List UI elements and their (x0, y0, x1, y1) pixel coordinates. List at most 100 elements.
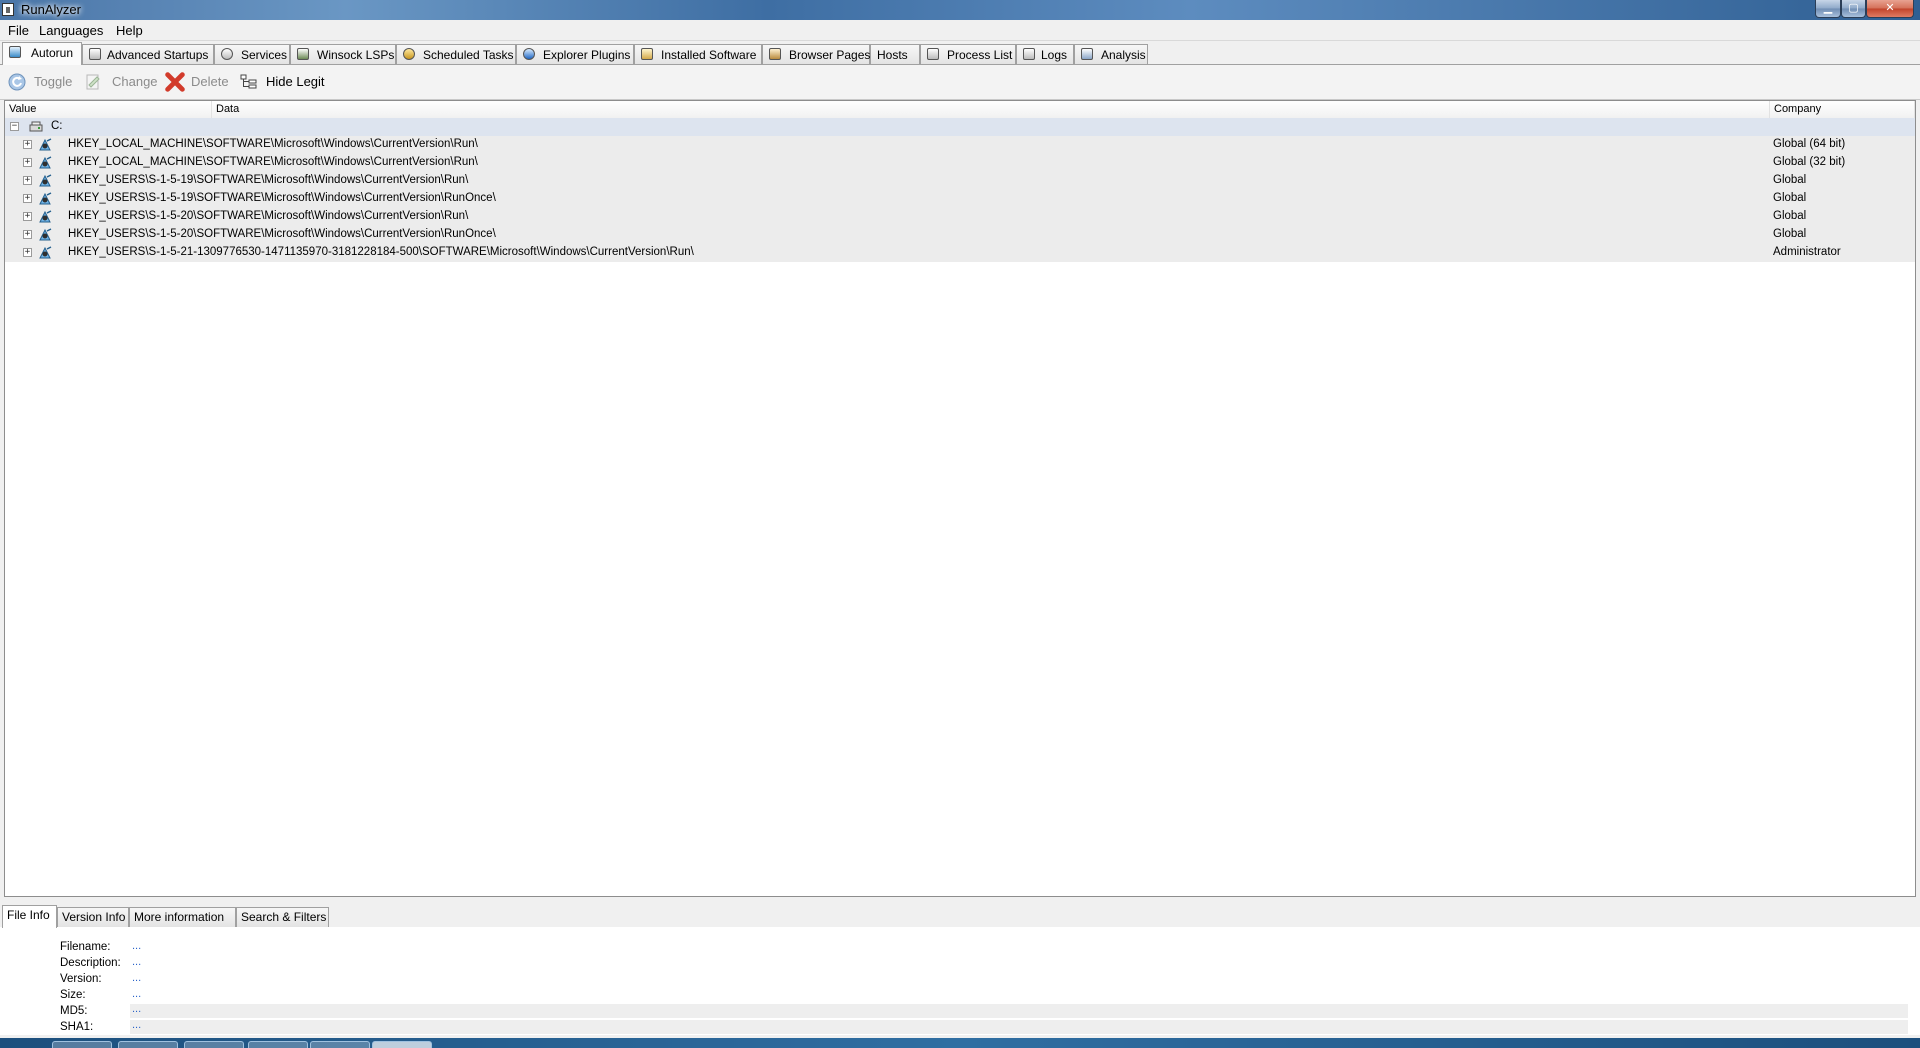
tab-explorer-plugins[interactable]: Explorer Plugins (516, 44, 634, 64)
filename-label: Filename: (60, 941, 111, 953)
registry-run-icon (38, 138, 52, 152)
registry-key-row[interactable]: + HKEY_LOCAL_MACHINE\SOFTWARE\Microsoft\W… (5, 136, 1915, 154)
registry-key-company: Global (1773, 228, 1807, 240)
expand-toggle[interactable]: + (23, 176, 32, 185)
tree-root-label: C: (51, 120, 63, 132)
md5-label: MD5: (60, 1005, 88, 1017)
advanced-startups-icon (89, 48, 101, 60)
registry-key-path: HKEY_USERS\S-1-5-20\SOFTWARE\Microsoft\W… (68, 210, 469, 222)
tab-process-list[interactable]: Process List (920, 44, 1016, 64)
registry-run-icon (38, 246, 52, 260)
menu-help[interactable]: Help (116, 23, 143, 38)
taskbar-item[interactable] (310, 1041, 370, 1048)
process-list-icon (927, 48, 939, 60)
toolbar: Toggle Change Delete Hide Legit (0, 65, 1920, 100)
taskbar-item-active[interactable] (372, 1041, 432, 1048)
tab-browser-pages[interactable]: Browser Pages (762, 44, 870, 64)
change-label: Change (112, 74, 158, 89)
internet-explorer-icon (523, 48, 535, 60)
change-button[interactable]: Change (84, 71, 158, 93)
size-value: ... (132, 988, 142, 1000)
tab-version-info[interactable]: Version Info (57, 907, 129, 927)
tab-installed-software[interactable]: Installed Software (634, 44, 762, 64)
tab-more-information[interactable]: More information (129, 907, 236, 927)
tree-filter-icon (240, 74, 257, 89)
software-box-icon (641, 48, 653, 60)
tab-scheduled-tasks[interactable]: Scheduled Tasks (396, 44, 516, 64)
tab-winsock-lsps[interactable]: Winsock LSPs (290, 44, 396, 64)
network-icon (297, 48, 309, 60)
window-title: RunAlyzer (21, 2, 81, 17)
collapse-toggle[interactable]: − (10, 122, 19, 131)
clock-icon (403, 48, 415, 60)
tab-file-info[interactable]: File Info (2, 905, 57, 928)
taskbar-item[interactable] (52, 1041, 112, 1048)
column-header-data[interactable]: Data (212, 101, 1770, 118)
tab-services[interactable]: Services (214, 44, 290, 64)
maximize-icon: ▢ (1848, 2, 1859, 14)
menu-file[interactable]: File (8, 23, 29, 38)
expand-toggle[interactable]: + (23, 194, 32, 203)
details-tab-strip: File Info Version Info More information … (0, 905, 1920, 928)
filename-value: ... (132, 940, 142, 952)
autorun-tree-list[interactable]: Value Data Company − C: + HKEY_LOCAL_MACH… (4, 100, 1916, 897)
tab-analysis[interactable]: Analysis (1074, 44, 1148, 64)
registry-key-row[interactable]: + HKEY_USERS\S-1-5-19\SOFTWARE\Microsoft\… (5, 172, 1915, 190)
tab-label: Installed Software (661, 48, 757, 62)
tab-label: Browser Pages (789, 48, 871, 62)
registry-key-row[interactable]: + HKEY_LOCAL_MACHINE\SOFTWARE\Microsoft\W… (5, 154, 1915, 172)
hide-legit-label: Hide Legit (266, 74, 325, 89)
sha1-label: SHA1: (60, 1021, 94, 1033)
expand-toggle[interactable]: + (23, 158, 32, 167)
registry-key-path: HKEY_USERS\S-1-5-20\SOFTWARE\Microsoft\W… (68, 228, 496, 240)
main-tab-strip: Autorun Advanced Startups Services Winso… (0, 42, 1920, 65)
toggle-label: Toggle (34, 74, 73, 89)
tab-label: Logs (1041, 48, 1068, 62)
tab-hosts[interactable]: Hosts (870, 44, 920, 64)
registry-run-icon (38, 192, 52, 206)
toggle-button[interactable]: Toggle (8, 71, 78, 93)
menu-languages[interactable]: Languages (39, 23, 103, 38)
expand-toggle[interactable]: + (23, 248, 32, 257)
expand-toggle[interactable]: + (23, 212, 32, 221)
tab-label: Scheduled Tasks (423, 48, 514, 62)
expand-toggle[interactable]: + (23, 230, 32, 239)
delete-button[interactable]: Delete (164, 71, 229, 93)
tab-label: Advanced Startups (107, 48, 209, 62)
taskbar (0, 1038, 1920, 1048)
registry-key-company: Global (1773, 192, 1807, 204)
sha1-value: ... (130, 1020, 1908, 1034)
autorun-icon (9, 46, 21, 58)
registry-key-path: HKEY_USERS\S-1-5-19\SOFTWARE\Microsoft\W… (68, 192, 496, 204)
registry-key-row[interactable]: + HKEY_USERS\S-1-5-20\SOFTWARE\Microsoft\… (5, 226, 1915, 244)
file-info-panel: Filename: ... Description: ... Version: … (0, 927, 1920, 1035)
minimize-button[interactable]: ▁ (1815, 0, 1841, 18)
expand-toggle[interactable]: + (23, 140, 32, 149)
size-label: Size: (60, 989, 86, 1001)
log-icon (1023, 48, 1035, 60)
tree-root-row[interactable]: − C: (5, 118, 1915, 136)
menu-bar: File Languages Help (0, 20, 1920, 41)
registry-run-icon (38, 228, 52, 242)
column-header-value[interactable]: Value (5, 101, 212, 118)
close-button[interactable]: ✕ (1866, 0, 1914, 18)
minimize-icon: ▁ (1823, 2, 1833, 14)
tab-advanced-startups[interactable]: Advanced Startups (82, 44, 214, 64)
taskbar-item[interactable] (118, 1041, 178, 1048)
registry-key-path: HKEY_USERS\S-1-5-19\SOFTWARE\Microsoft\W… (68, 174, 469, 186)
taskbar-item[interactable] (184, 1041, 244, 1048)
registry-key-company: Global (64 bit) (1773, 138, 1846, 150)
tab-label: Autorun (31, 46, 74, 60)
registry-key-row[interactable]: + HKEY_USERS\S-1-5-21-1309776530-14711359… (5, 244, 1915, 262)
tab-logs[interactable]: Logs (1016, 44, 1074, 64)
tab-search-filters[interactable]: Search & Filters (236, 907, 329, 927)
taskbar-item[interactable] (248, 1041, 308, 1048)
maximize-button[interactable]: ▢ (1841, 0, 1866, 18)
registry-key-path: HKEY_LOCAL_MACHINE\SOFTWARE\Microsoft\Wi… (68, 156, 478, 168)
hide-legit-button[interactable]: Hide Legit (240, 71, 325, 93)
registry-key-path: HKEY_USERS\S-1-5-21-1309776530-147113597… (68, 246, 694, 258)
registry-key-row[interactable]: + HKEY_USERS\S-1-5-19\SOFTWARE\Microsoft\… (5, 190, 1915, 208)
registry-key-row[interactable]: + HKEY_USERS\S-1-5-20\SOFTWARE\Microsoft\… (5, 208, 1915, 226)
column-header-company[interactable]: Company (1770, 101, 1915, 118)
tab-autorun[interactable]: Autorun (2, 42, 82, 65)
